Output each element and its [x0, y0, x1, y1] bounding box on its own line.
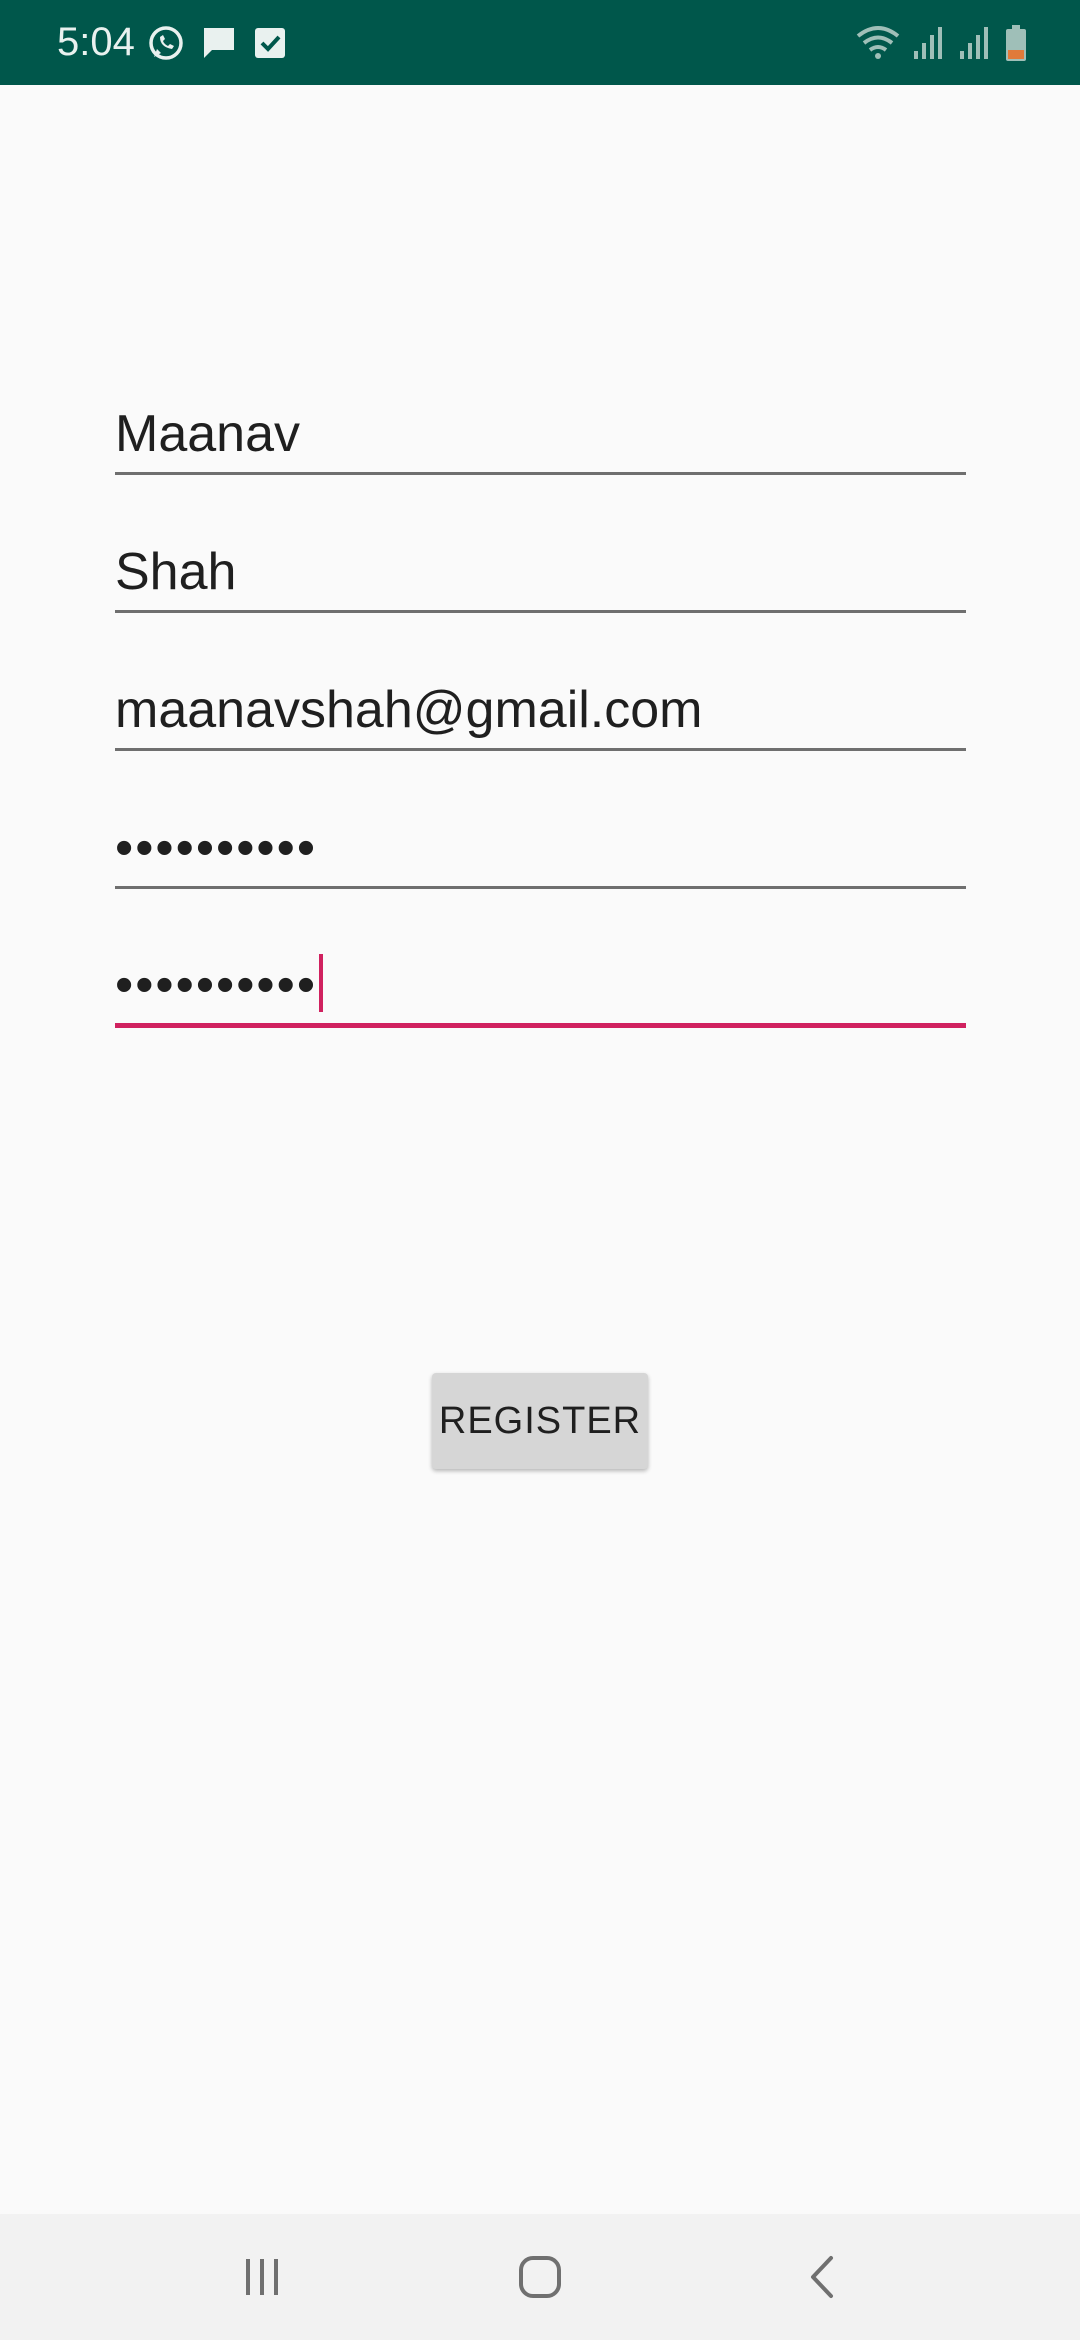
last-name-field[interactable]: Shah	[115, 543, 966, 613]
back-icon	[811, 2256, 833, 2298]
password-value: ••••••••••	[115, 819, 318, 877]
first-name-value: Maanav	[115, 405, 300, 463]
whatsapp-icon	[149, 26, 183, 60]
message-icon	[204, 28, 234, 58]
recent-apps-icon	[246, 2259, 278, 2295]
signal-icon	[960, 27, 988, 59]
status-time: 5:04	[57, 20, 135, 64]
navigation-bar	[0, 2214, 1080, 2340]
signal-icon	[914, 27, 942, 59]
last-name-value: Shah	[115, 543, 237, 601]
checkbox-icon	[255, 28, 285, 58]
wifi-icon	[856, 26, 900, 59]
status-bar: 5:04	[0, 0, 1080, 85]
battery-icon	[1006, 25, 1026, 61]
email-field[interactable]: maanavshah@gmail.com	[115, 681, 966, 751]
status-right-icons	[856, 22, 1028, 64]
recent-apps-button[interactable]	[222, 2250, 302, 2304]
confirm-password-value-wrap: ••••••••••	[115, 954, 324, 1015]
confirm-password-field[interactable]: ••••••••••	[115, 954, 966, 1028]
home-button[interactable]	[500, 2250, 580, 2304]
first-name-field[interactable]: Maanav	[115, 405, 966, 475]
email-value: maanavshah@gmail.com	[115, 681, 703, 739]
status-left-icons	[146, 22, 288, 64]
back-button[interactable]	[783, 2250, 863, 2304]
password-field[interactable]: ••••••••••	[115, 819, 966, 889]
text-cursor	[319, 954, 324, 1012]
register-button[interactable]: REGISTER	[432, 1373, 648, 1469]
home-icon	[519, 2256, 561, 2298]
confirm-password-value: ••••••••••	[115, 956, 318, 1014]
